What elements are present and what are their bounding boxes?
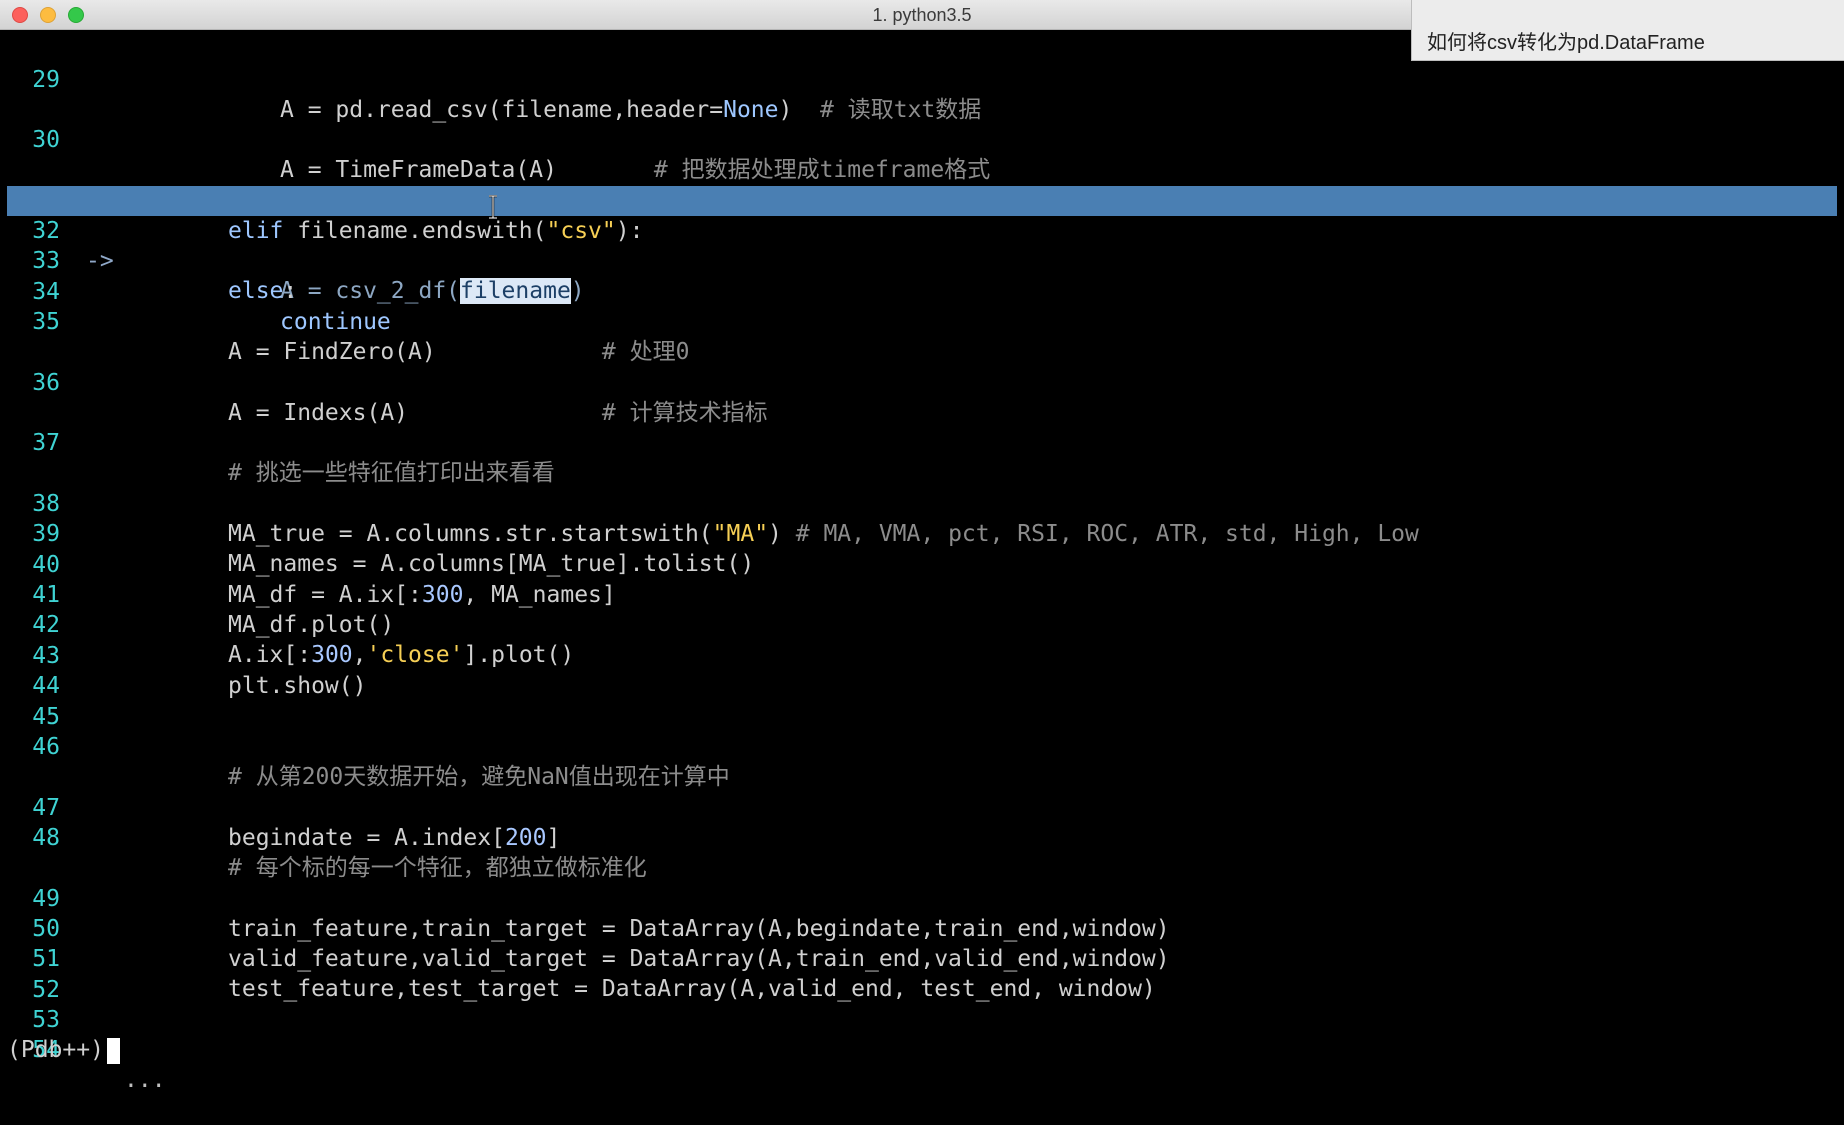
line-number: 37 [32, 430, 60, 456]
line-number: 36 [32, 370, 60, 396]
line-number: 35 [32, 309, 60, 335]
code-line: 48 # 每个标的每一个特征，都独立做标准化 [0, 793, 1844, 881]
code-line: 36 A = Indexs(A) # 计算技术指标 [0, 338, 1844, 426]
code-line: 54 ... [0, 1005, 1844, 1093]
i-beam-cursor-icon [489, 195, 497, 219]
continuation-ellipsis: ... [124, 1067, 166, 1093]
code-line: 30 A = TimeFrameData(A) # 把数据处理成timefram… [0, 95, 1844, 183]
code-line: 52 [0, 945, 1844, 1003]
code-text: continue [280, 309, 391, 335]
code-line: 38 MA_true = A.columns.str.startswith("M… [0, 459, 1844, 547]
code-line: 50 valid_feature,valid_target = DataArra… [0, 884, 1844, 972]
code-line: 37 # 挑选一些特征值打印出来看看 [0, 398, 1844, 486]
code-line: 41 MA_df.plot() [0, 550, 1844, 638]
code-line: 44 [0, 641, 1844, 699]
code-line-current: 32 -> A = csv_2_df(filename) [0, 186, 1844, 304]
code-line: 31 elif filename.endswith("csv"): [0, 156, 1844, 244]
code-line: 49 train_feature,train_target = DataArra… [0, 854, 1844, 942]
code-text: begindate = A.index[200] [228, 825, 561, 851]
code-line: 47 begindate = A.index[200] [0, 763, 1844, 851]
prompt-label: (Pdb++) [7, 1037, 104, 1063]
text-cursor [106, 1037, 120, 1064]
code-line: 46 # 从第200天数据开始，避免NaN值出现在计算中 [0, 702, 1844, 790]
code-line: 42 A.ix[:300,'close'].plot() [0, 580, 1844, 668]
pdb-prompt[interactable]: (Pdb++) [7, 1035, 120, 1065]
code-line: 35 A = FindZero(A) # 处理0 [0, 277, 1844, 365]
code-line: 43 plt.show() [0, 611, 1844, 699]
code-line: 53 [0, 975, 1844, 1033]
code-line: 33 else: [0, 216, 1844, 304]
code-line: 40 MA_df = A.ix[:300, MA_names] [0, 520, 1844, 608]
code-line: 29 A = pd.read_csv(filename,header=None)… [0, 35, 1844, 123]
line-number: 48 [32, 825, 60, 851]
line-number: 29 [32, 67, 60, 93]
code-line: 39 MA_names = A.columns[MA_true].tolist(… [0, 489, 1844, 577]
code-line: 51 test_feature,test_target = DataArray(… [0, 914, 1844, 1002]
line-number: 46 [32, 734, 60, 760]
code-line: 34 continue [0, 247, 1844, 335]
line-number: 30 [32, 127, 60, 153]
code-line: 45 [0, 672, 1844, 730]
